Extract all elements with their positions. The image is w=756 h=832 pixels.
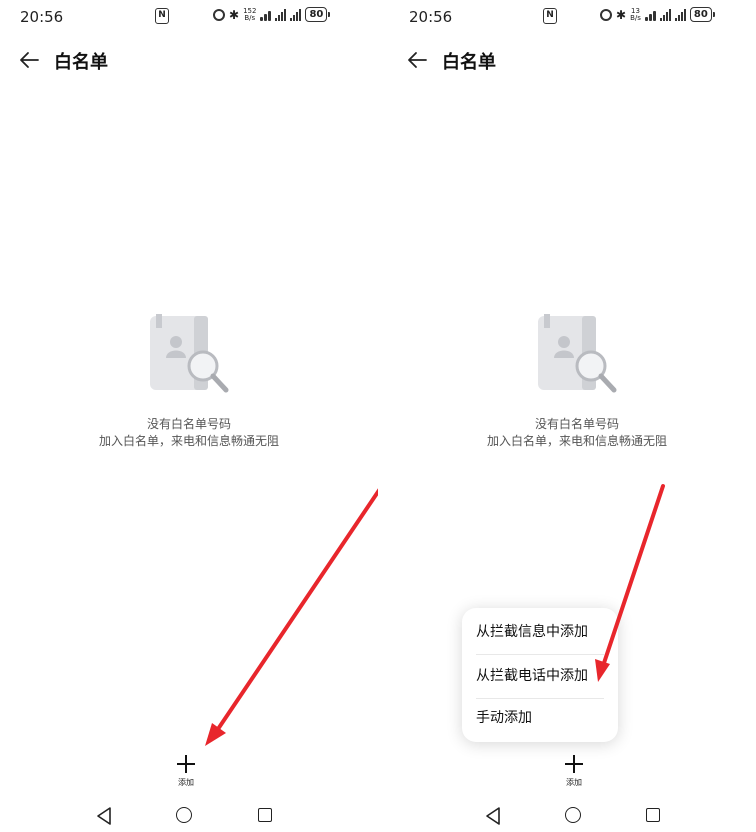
nav-back-icon[interactable]: [95, 806, 113, 826]
add-button[interactable]: 添加: [166, 752, 206, 792]
nav-recent-icon[interactable]: [258, 808, 272, 822]
signal-icon: [290, 8, 302, 21]
net-speed-unit: B/s: [244, 13, 256, 22]
screen-whitelist-empty: 20:56 N ✱ 152 B/s 80 白名单 没有白名单号码 加入白名单，来…: [0, 0, 378, 832]
battery-level: 80: [689, 7, 712, 22]
battery-level: 80: [305, 7, 328, 22]
back-arrow-icon[interactable]: [18, 50, 40, 70]
signal-icon: [659, 8, 671, 21]
net-speed: 152 B/s: [243, 7, 256, 22]
status-bar: 20:56 N ✱ 152 B/s 80: [0, 0, 378, 32]
empty-state-title: 没有白名单号码: [146, 417, 231, 431]
nfc-icon: N: [543, 8, 557, 24]
wifi-icon: [260, 9, 272, 21]
empty-state-subtitle: 加入白名单，来电和信息畅通无阻: [486, 434, 667, 448]
bluetooth-icon: ✱: [229, 7, 240, 22]
battery-icon: 80: [305, 7, 331, 22]
nav-home-icon[interactable]: [565, 807, 581, 823]
plus-icon: [176, 754, 196, 774]
signal-icon: [275, 8, 287, 21]
signal-icon: [674, 8, 686, 21]
net-speed-unit: B/s: [630, 13, 641, 22]
status-icons: ✱ 13 B/s 80: [600, 7, 715, 22]
add-button[interactable]: 添加: [554, 752, 594, 792]
back-arrow-icon[interactable]: [406, 50, 428, 70]
empty-state-title: 没有白名单号码: [534, 417, 619, 431]
plus-icon: [564, 754, 584, 774]
nav-recent-icon[interactable]: [646, 808, 660, 822]
system-nav-bar: [378, 800, 756, 832]
empty-state-subtitle: 加入白名单，来电和信息畅通无阻: [98, 434, 279, 448]
alarm-icon: [213, 8, 225, 21]
status-time: 20:56: [409, 8, 453, 26]
status-time: 20:56: [20, 8, 64, 26]
page-title: 白名单: [54, 52, 108, 73]
battery-icon: 80: [689, 7, 715, 22]
nav-home-icon[interactable]: [176, 807, 192, 823]
wifi-icon: [644, 9, 656, 21]
add-options-menu: 从拦截信息中添加 从拦截电话中添加 手动添加: [462, 608, 618, 742]
status-bar: 20:56 N ✱ 13 B/s 80: [378, 0, 756, 32]
status-icons: ✱ 152 B/s 80: [213, 7, 331, 22]
system-nav-bar: [0, 800, 378, 832]
page-title: 白名单: [442, 52, 496, 73]
add-button-label: 添加: [566, 778, 582, 787]
contacts-search-icon: [150, 314, 229, 393]
nfc-icon: N: [155, 8, 169, 24]
menu-item-add-from-blocked-calls[interactable]: 从拦截电话中添加: [476, 654, 604, 699]
alarm-icon: [600, 8, 612, 21]
menu-item-add-manually[interactable]: 手动添加: [476, 696, 604, 740]
title-bar: 白名单: [0, 44, 378, 76]
nav-back-icon[interactable]: [484, 806, 502, 826]
contacts-search-icon: [538, 314, 617, 393]
screen-whitelist-add-menu: 20:56 N ✱ 13 B/s 80 白名单 没有白名单号码 加入白名单，来电…: [378, 0, 756, 832]
title-bar: 白名单: [378, 44, 756, 76]
net-speed: 13 B/s: [630, 7, 641, 22]
add-button-label: 添加: [178, 778, 194, 787]
bluetooth-icon: ✱: [616, 7, 627, 22]
menu-item-add-from-blocked-messages[interactable]: 从拦截信息中添加: [476, 610, 604, 655]
